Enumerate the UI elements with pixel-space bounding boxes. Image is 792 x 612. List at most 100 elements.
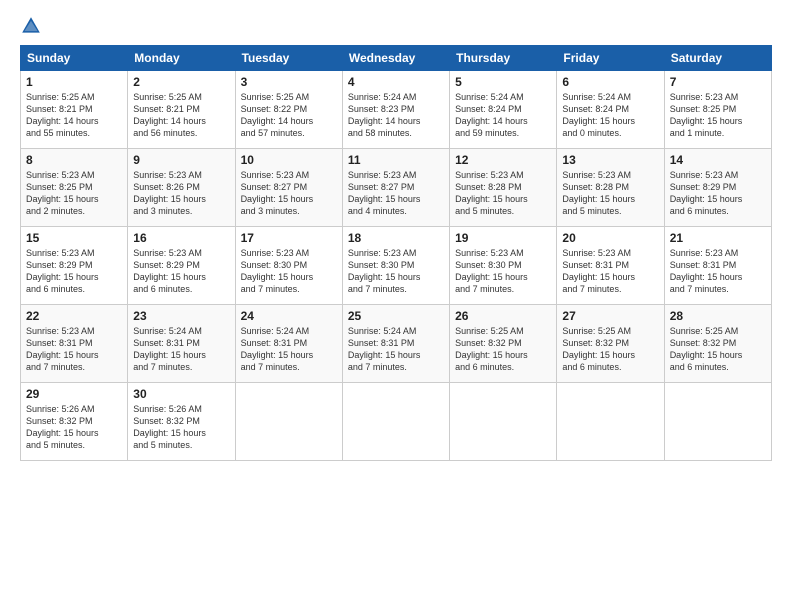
- day-cell: [664, 383, 771, 461]
- cell-info: Sunrise: 5:24 AM Sunset: 8:31 PM Dayligh…: [133, 325, 229, 374]
- cell-info: Sunrise: 5:25 AM Sunset: 8:21 PM Dayligh…: [133, 91, 229, 140]
- day-cell: 9 Sunrise: 5:23 AM Sunset: 8:26 PM Daylig…: [128, 149, 235, 227]
- week-row-2: 8Sunrise: 5:23 AM Sunset: 8:25 PM Daylig…: [21, 149, 772, 227]
- day-cell: 14Sunrise: 5:23 AM Sunset: 8:29 PM Dayli…: [664, 149, 771, 227]
- cell-info: Sunrise: 5:24 AM Sunset: 8:31 PM Dayligh…: [348, 325, 444, 374]
- day-cell: 23 Sunrise: 5:24 AM Sunset: 8:31 PM Dayli…: [128, 305, 235, 383]
- cell-info: Sunrise: 5:23 AM Sunset: 8:29 PM Dayligh…: [26, 247, 122, 296]
- cell-info: Sunrise: 5:24 AM Sunset: 8:31 PM Dayligh…: [241, 325, 337, 374]
- cell-info: Sunrise: 5:23 AM Sunset: 8:28 PM Dayligh…: [455, 169, 551, 218]
- header-row: SundayMondayTuesdayWednesdayThursdayFrid…: [21, 46, 772, 71]
- cell-info: Sunrise: 5:23 AM Sunset: 8:26 PM Dayligh…: [133, 169, 229, 218]
- day-number: 19: [455, 231, 551, 245]
- week-row-1: 1Sunrise: 5:25 AM Sunset: 8:21 PM Daylig…: [21, 71, 772, 149]
- day-number: 29: [26, 387, 122, 401]
- day-number: 14: [670, 153, 766, 167]
- cell-info: Sunrise: 5:25 AM Sunset: 8:22 PM Dayligh…: [241, 91, 337, 140]
- day-number: 3: [241, 75, 337, 89]
- cell-info: Sunrise: 5:23 AM Sunset: 8:30 PM Dayligh…: [348, 247, 444, 296]
- day-cell: 16Sunrise: 5:23 AM Sunset: 8:29 PM Dayli…: [128, 227, 235, 305]
- cell-info: Sunrise: 5:24 AM Sunset: 8:24 PM Dayligh…: [455, 91, 551, 140]
- cell-info: Sunrise: 5:23 AM Sunset: 8:25 PM Dayligh…: [26, 169, 122, 218]
- cell-info: Sunrise: 5:24 AM Sunset: 8:23 PM Dayligh…: [348, 91, 444, 140]
- day-number: 7: [670, 75, 766, 89]
- day-number: 26: [455, 309, 551, 323]
- col-header-thursday: Thursday: [450, 46, 557, 71]
- day-cell: 20 Sunrise: 5:23 AM Sunset: 8:31 PM Dayli…: [557, 227, 664, 305]
- day-cell: 18 Sunrise: 5:23 AM Sunset: 8:30 PM Dayli…: [342, 227, 449, 305]
- cell-info: Sunrise: 5:25 AM Sunset: 8:21 PM Dayligh…: [26, 91, 122, 140]
- cell-info: Sunrise: 5:23 AM Sunset: 8:30 PM Dayligh…: [241, 247, 337, 296]
- logo: [20, 15, 46, 37]
- day-cell: 1Sunrise: 5:25 AM Sunset: 8:21 PM Daylig…: [21, 71, 128, 149]
- day-cell: 5 Sunrise: 5:24 AM Sunset: 8:24 PM Daylig…: [450, 71, 557, 149]
- logo-icon: [20, 15, 42, 37]
- day-cell: 11 Sunrise: 5:23 AM Sunset: 8:27 PM Dayli…: [342, 149, 449, 227]
- day-number: 4: [348, 75, 444, 89]
- calendar-table: SundayMondayTuesdayWednesdayThursdayFrid…: [20, 45, 772, 461]
- day-number: 9: [133, 153, 229, 167]
- col-header-saturday: Saturday: [664, 46, 771, 71]
- col-header-sunday: Sunday: [21, 46, 128, 71]
- day-cell: 17Sunrise: 5:23 AM Sunset: 8:30 PM Dayli…: [235, 227, 342, 305]
- cell-info: Sunrise: 5:23 AM Sunset: 8:28 PM Dayligh…: [562, 169, 658, 218]
- cell-info: Sunrise: 5:24 AM Sunset: 8:24 PM Dayligh…: [562, 91, 658, 140]
- cell-info: Sunrise: 5:25 AM Sunset: 8:32 PM Dayligh…: [670, 325, 766, 374]
- day-cell: 13 Sunrise: 5:23 AM Sunset: 8:28 PM Dayli…: [557, 149, 664, 227]
- day-cell: 7 Sunrise: 5:23 AM Sunset: 8:25 PM Daylig…: [664, 71, 771, 149]
- day-number: 2: [133, 75, 229, 89]
- day-number: 15: [26, 231, 122, 245]
- day-number: 30: [133, 387, 229, 401]
- cell-info: Sunrise: 5:23 AM Sunset: 8:31 PM Dayligh…: [670, 247, 766, 296]
- day-number: 22: [26, 309, 122, 323]
- cell-info: Sunrise: 5:25 AM Sunset: 8:32 PM Dayligh…: [562, 325, 658, 374]
- cell-info: Sunrise: 5:23 AM Sunset: 8:25 PM Dayligh…: [670, 91, 766, 140]
- week-row-3: 15 Sunrise: 5:23 AM Sunset: 8:29 PM Dayli…: [21, 227, 772, 305]
- day-cell: 8Sunrise: 5:23 AM Sunset: 8:25 PM Daylig…: [21, 149, 128, 227]
- cell-info: Sunrise: 5:26 AM Sunset: 8:32 PM Dayligh…: [26, 403, 122, 452]
- day-number: 12: [455, 153, 551, 167]
- day-cell: 30Sunrise: 5:26 AM Sunset: 8:32 PM Dayli…: [128, 383, 235, 461]
- day-cell: 29 Sunrise: 5:26 AM Sunset: 8:32 PM Dayli…: [21, 383, 128, 461]
- day-number: 10: [241, 153, 337, 167]
- day-cell: 3 Sunrise: 5:25 AM Sunset: 8:22 PM Daylig…: [235, 71, 342, 149]
- day-cell: [342, 383, 449, 461]
- day-number: 13: [562, 153, 658, 167]
- day-number: 21: [670, 231, 766, 245]
- day-number: 24: [241, 309, 337, 323]
- cell-info: Sunrise: 5:23 AM Sunset: 8:27 PM Dayligh…: [241, 169, 337, 218]
- day-cell: [557, 383, 664, 461]
- day-cell: [450, 383, 557, 461]
- cell-info: Sunrise: 5:23 AM Sunset: 8:29 PM Dayligh…: [133, 247, 229, 296]
- day-cell: 6 Sunrise: 5:24 AM Sunset: 8:24 PM Daylig…: [557, 71, 664, 149]
- day-cell: 19Sunrise: 5:23 AM Sunset: 8:30 PM Dayli…: [450, 227, 557, 305]
- day-cell: 4 Sunrise: 5:24 AM Sunset: 8:23 PM Daylig…: [342, 71, 449, 149]
- day-number: 20: [562, 231, 658, 245]
- cell-info: Sunrise: 5:23 AM Sunset: 8:27 PM Dayligh…: [348, 169, 444, 218]
- page: SundayMondayTuesdayWednesdayThursdayFrid…: [0, 0, 792, 612]
- day-number: 28: [670, 309, 766, 323]
- day-cell: 10 Sunrise: 5:23 AM Sunset: 8:27 PM Dayli…: [235, 149, 342, 227]
- cell-info: Sunrise: 5:23 AM Sunset: 8:31 PM Dayligh…: [562, 247, 658, 296]
- cell-info: Sunrise: 5:25 AM Sunset: 8:32 PM Dayligh…: [455, 325, 551, 374]
- day-number: 27: [562, 309, 658, 323]
- day-cell: 12 Sunrise: 5:23 AM Sunset: 8:28 PM Dayli…: [450, 149, 557, 227]
- day-cell: 2 Sunrise: 5:25 AM Sunset: 8:21 PM Daylig…: [128, 71, 235, 149]
- day-number: 11: [348, 153, 444, 167]
- col-header-tuesday: Tuesday: [235, 46, 342, 71]
- day-cell: 15 Sunrise: 5:23 AM Sunset: 8:29 PM Dayli…: [21, 227, 128, 305]
- day-cell: 24 Sunrise: 5:24 AM Sunset: 8:31 PM Dayli…: [235, 305, 342, 383]
- day-cell: 25Sunrise: 5:24 AM Sunset: 8:31 PM Dayli…: [342, 305, 449, 383]
- col-header-friday: Friday: [557, 46, 664, 71]
- header-area: [20, 15, 772, 37]
- day-cell: 22Sunrise: 5:23 AM Sunset: 8:31 PM Dayli…: [21, 305, 128, 383]
- day-number: 5: [455, 75, 551, 89]
- col-header-wednesday: Wednesday: [342, 46, 449, 71]
- col-header-monday: Monday: [128, 46, 235, 71]
- day-cell: 28 Sunrise: 5:25 AM Sunset: 8:32 PM Dayli…: [664, 305, 771, 383]
- day-number: 23: [133, 309, 229, 323]
- day-cell: 21 Sunrise: 5:23 AM Sunset: 8:31 PM Dayli…: [664, 227, 771, 305]
- day-number: 6: [562, 75, 658, 89]
- day-number: 18: [348, 231, 444, 245]
- day-cell: [235, 383, 342, 461]
